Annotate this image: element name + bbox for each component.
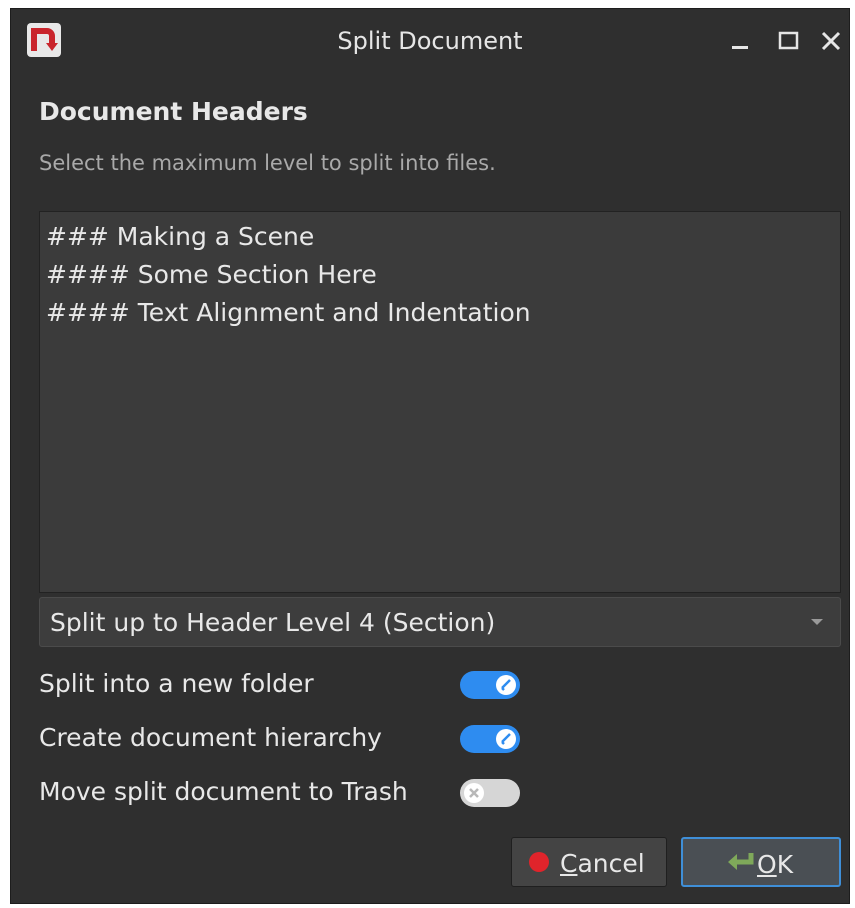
trash-toggle[interactable]: [460, 779, 520, 807]
check-icon: [501, 733, 511, 745]
toggle-knob: [496, 729, 516, 749]
cancel-label: Cancel: [560, 849, 645, 878]
maximize-icon[interactable]: [777, 29, 801, 53]
close-icon[interactable]: [819, 29, 843, 53]
cancel-icon: [529, 852, 549, 872]
split-level-selected: Split up to Header Level 4 (Section): [50, 608, 496, 637]
minimize-icon[interactable]: [729, 29, 753, 53]
chevron-down-icon: [811, 619, 823, 625]
toggle-knob: [464, 783, 484, 803]
new-folder-toggle[interactable]: [460, 671, 520, 699]
option-label: Create document hierarchy: [39, 723, 382, 752]
option-label: Move split document to Trash: [39, 777, 408, 806]
x-icon: [469, 788, 479, 798]
option-new-folder: Split into a new folder: [39, 665, 539, 705]
cancel-button[interactable]: Cancel: [511, 837, 667, 887]
option-hierarchy: Create document hierarchy: [39, 719, 539, 759]
split-document-dialog: Split Document Document Headers Select t…: [10, 8, 850, 904]
title-bar[interactable]: Split Document: [11, 9, 849, 75]
check-icon: [501, 679, 511, 691]
ok-label: OK: [757, 850, 794, 879]
ok-arrow-icon: [728, 853, 754, 870]
section-heading: Document Headers: [39, 97, 308, 126]
section-description: Select the maximum level to split into f…: [39, 151, 496, 175]
split-level-dropdown[interactable]: Split up to Header Level 4 (Section): [39, 597, 841, 647]
option-trash: Move split document to Trash: [39, 773, 539, 813]
list-item[interactable]: ### Making a Scene: [46, 218, 834, 256]
headers-list[interactable]: ### Making a Scene #### Some Section Her…: [39, 211, 841, 593]
list-item[interactable]: #### Some Section Here: [46, 256, 834, 294]
list-item[interactable]: #### Text Alignment and Indentation: [46, 294, 834, 332]
ok-button[interactable]: OK: [681, 837, 841, 887]
option-label: Split into a new folder: [39, 669, 314, 698]
window-title: Split Document: [337, 27, 523, 55]
hierarchy-toggle[interactable]: [460, 725, 520, 753]
toggle-knob: [496, 675, 516, 695]
